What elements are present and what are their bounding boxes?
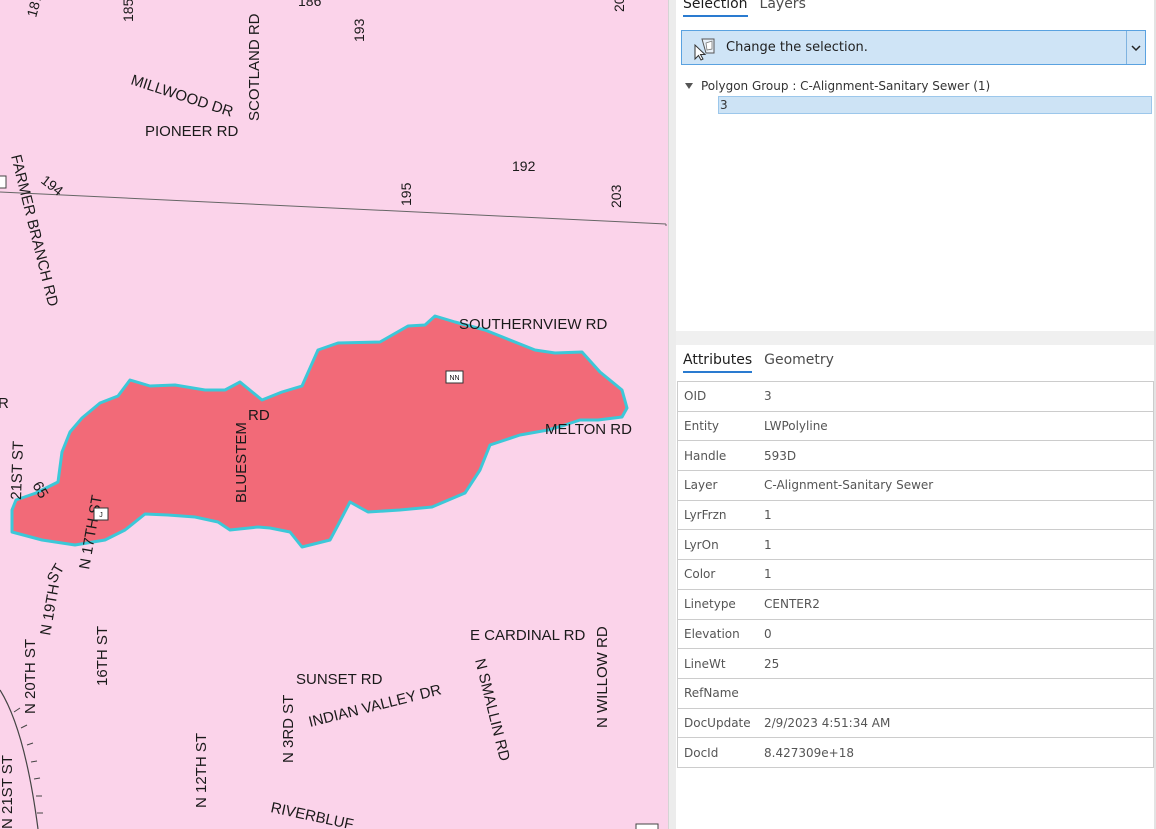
- attribute-key: DocUpdate: [684, 715, 751, 730]
- road-label-16th: 16TH ST: [94, 626, 111, 686]
- route-shield-j: J: [93, 507, 109, 521]
- tab-geometry[interactable]: Geometry: [764, 352, 834, 373]
- road-label-n19th-st: ST: [44, 561, 68, 586]
- change-selection-label: Change the selection.: [726, 40, 868, 55]
- attribute-value[interactable]: 1: [764, 538, 772, 552]
- attribute-key: Elevation: [684, 626, 740, 641]
- road-label-riverbluff: RIVERBLUF: [269, 799, 355, 829]
- attribute-key: Layer: [684, 478, 718, 493]
- route-shield-j-text: J: [99, 512, 103, 519]
- tree-group-row[interactable]: Polygon Group : C-Alignment-Sanitary Sew…: [684, 78, 990, 94]
- tree-group-label: Polygon Group : C-Alignment-Sanitary Sew…: [701, 79, 991, 93]
- change-selection-dropdown[interactable]: Change the selection.: [681, 30, 1146, 65]
- select-cursor-icon: [694, 38, 715, 61]
- road-label-melton: MELTON RD: [545, 421, 632, 438]
- attribute-value[interactable]: C-Alignment-Sanitary Sewer: [764, 478, 933, 492]
- attribute-row[interactable]: LineWt 25: [678, 649, 1153, 679]
- attribute-row[interactable]: DocUpdate 2/9/2023 4:51:34 AM: [678, 709, 1153, 739]
- parcel-label-20x: 20: [611, 0, 627, 12]
- railroad-ticks: [13, 707, 43, 814]
- parcel-label-192: 192: [512, 158, 536, 174]
- attribute-key: Linetype: [684, 597, 736, 612]
- tab-layers[interactable]: Layers: [760, 0, 806, 17]
- road-label-n12th: N 12TH ST: [193, 733, 210, 808]
- road-label-n3rd: N 3RD ST: [280, 695, 297, 763]
- selection-panel: Selection Layers Change the selection. P…: [676, 0, 1156, 829]
- selection-tree: Polygon Group : C-Alignment-Sanitary Sew…: [684, 78, 990, 94]
- attribute-value[interactable]: 2/9/2023 4:51:34 AM: [764, 716, 890, 730]
- road-label-millwood: MILLWOOD DR: [129, 72, 236, 121]
- attribute-value[interactable]: 1: [764, 567, 772, 581]
- attribute-value[interactable]: 8.427309e+18: [764, 746, 854, 760]
- road-label-n-smallin: N SMALLIN RD: [471, 657, 513, 763]
- panel-splitter[interactable]: [676, 331, 1156, 345]
- collapse-triangle-icon[interactable]: [685, 83, 693, 89]
- attribute-row[interactable]: RefName: [678, 679, 1153, 709]
- parcel-label-195: 195: [398, 182, 414, 206]
- map-canvas[interactable]: 187 185 186 193 20 194 195 192 203 MILLW…: [0, 0, 668, 829]
- map-view[interactable]: 187 185 186 193 20 194 195 192 203 MILLW…: [0, 0, 668, 829]
- parcel-label-187: 187: [23, 0, 45, 19]
- attribute-row[interactable]: DocId 8.427309e+18: [678, 738, 1153, 768]
- attribute-row[interactable]: Color 1: [678, 560, 1153, 590]
- road-label-n20th: N 20TH ST: [22, 639, 39, 714]
- attribute-row[interactable]: Layer C-Alignment-Sanitary Sewer: [678, 471, 1153, 501]
- attribute-row[interactable]: LyrOn 1: [678, 530, 1153, 561]
- attribute-key: Entity: [684, 419, 720, 434]
- road-label-southernview: SOUTHERNVIEW RD: [459, 316, 608, 333]
- attribute-row[interactable]: Handle 593D: [678, 441, 1153, 472]
- attribute-key: Color: [684, 567, 716, 582]
- attribute-value[interactable]: 1: [764, 508, 772, 522]
- parcel-label-203: 203: [608, 184, 624, 208]
- tab-selection[interactable]: Selection: [683, 0, 748, 17]
- road-label-n-willow: N WILLOW RD: [594, 626, 611, 728]
- attribute-value[interactable]: 3: [764, 389, 772, 403]
- attribute-value[interactable]: LWPolyline: [764, 419, 828, 433]
- route-shield-nn-text: NN: [449, 375, 459, 382]
- parcel-label-185: 185: [120, 0, 136, 22]
- road-label-e-cardinal: E CARDINAL RD: [470, 627, 585, 644]
- attribute-value[interactable]: 25: [764, 657, 779, 671]
- attribute-tab-bar: Attributes Geometry: [683, 352, 834, 373]
- selection-tab-bar: Selection Layers: [683, 0, 806, 17]
- road-label-n21st: N 21ST ST: [0, 755, 16, 829]
- map-marker-left: [0, 175, 7, 189]
- attribute-row[interactable]: LyrFrzn 1: [678, 501, 1153, 531]
- attribute-key: OID: [684, 389, 707, 404]
- attribute-key: LineWt: [684, 656, 726, 671]
- attribute-table: OID 3 Entity LWPolyline Handle 593D Layer C-Ali…: [677, 381, 1154, 768]
- road-label-pioneer: PIONEER RD: [145, 123, 239, 140]
- tree-item-selected[interactable]: 3: [718, 96, 1152, 114]
- road-label-n19th: N 19TH: [37, 583, 63, 637]
- attribute-row[interactable]: Linetype CENTER2: [678, 590, 1153, 620]
- attribute-key: RefName: [684, 686, 739, 701]
- tab-attributes[interactable]: Attributes: [683, 352, 753, 373]
- attribute-row[interactable]: OID 3: [678, 382, 1153, 412]
- parcel-boundary-line: [0, 191, 667, 225]
- attribute-key: LyrOn: [684, 537, 719, 552]
- route-shield-nn: NN: [445, 370, 464, 384]
- road-label-r-edge: R: [0, 395, 9, 412]
- attribute-key: DocId: [684, 745, 719, 760]
- road-label-sunset: SUNSET RD: [296, 671, 383, 688]
- attribute-key: LyrFrzn: [684, 508, 727, 523]
- parcel-label-193: 193: [351, 18, 367, 42]
- road-label-bluestem-rd: RD: [248, 407, 270, 424]
- road-label-scotland: SCOTLAND RD: [246, 13, 263, 121]
- road-label-bluestem: BLUESTEM: [233, 422, 250, 503]
- parcel-label-186: 186: [298, 0, 322, 9]
- attribute-key: Handle: [684, 448, 727, 463]
- map-marker-bottom-right: [635, 823, 659, 829]
- attribute-value[interactable]: 593D: [764, 449, 796, 463]
- attribute-value[interactable]: 0: [764, 627, 772, 641]
- road-label-21st: 21ST ST: [8, 441, 27, 500]
- road-label-indian-valley: INDIAN VALLEY DR: [307, 681, 443, 730]
- attribute-value[interactable]: CENTER2: [764, 597, 820, 611]
- chevron-down-icon[interactable]: [1126, 31, 1145, 64]
- attribute-row[interactable]: Entity LWPolyline: [678, 412, 1153, 442]
- attribute-row[interactable]: Elevation 0: [678, 620, 1153, 650]
